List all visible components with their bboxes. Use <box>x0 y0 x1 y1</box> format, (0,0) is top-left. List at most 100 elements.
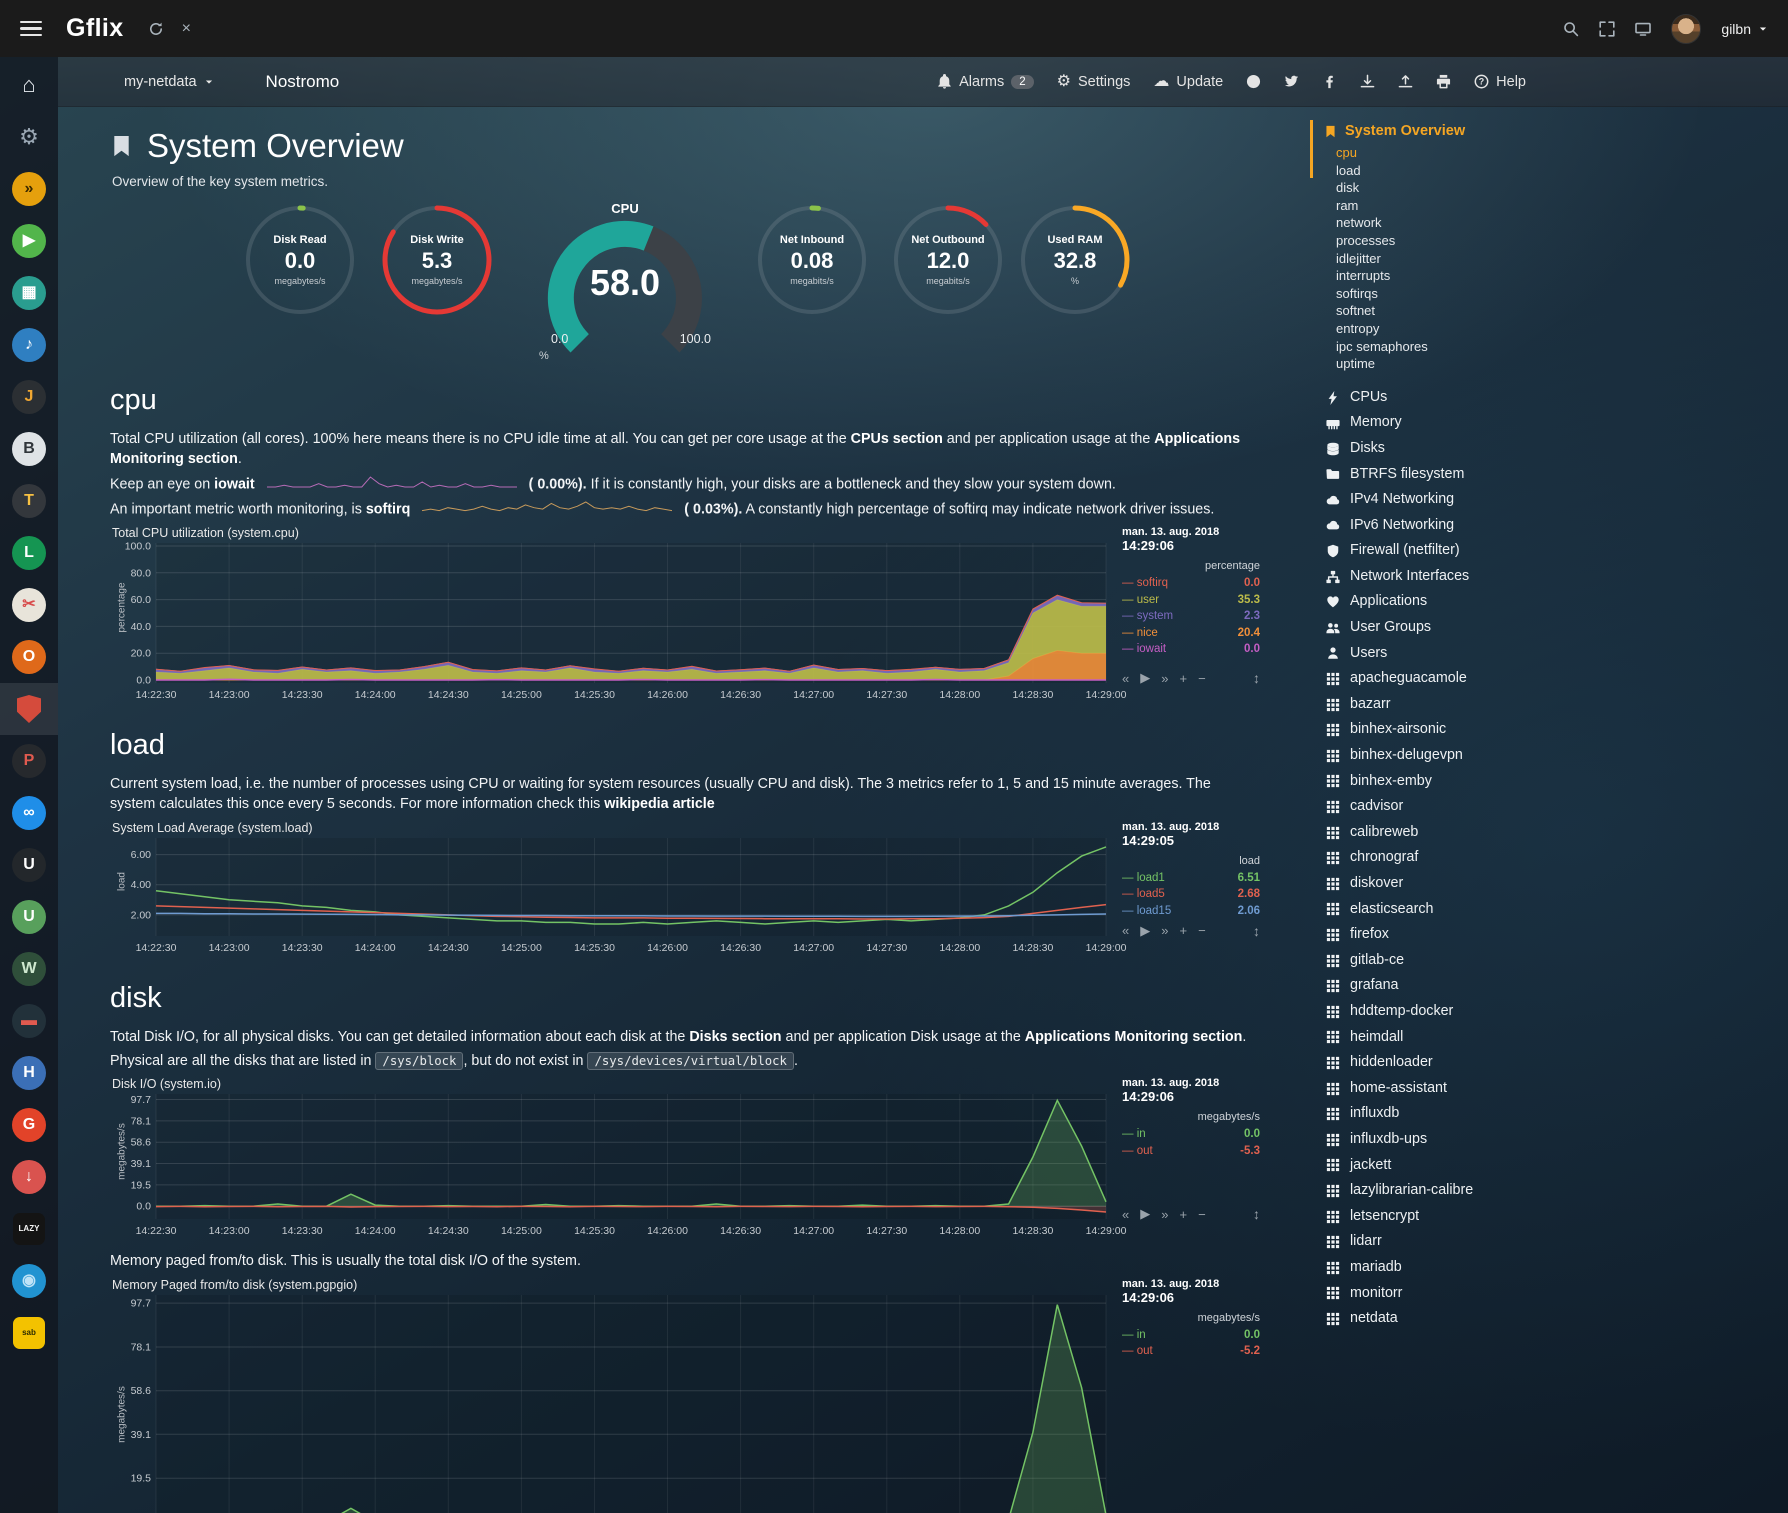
toc-app-hddtemp-docker[interactable]: hddtemp-docker <box>1324 999 1764 1025</box>
sidebar-app-jackett[interactable]: J <box>0 371 58 423</box>
toc-app-bazarr[interactable]: bazarr <box>1324 692 1764 718</box>
alarms-button[interactable]: Alarms 2 <box>937 74 1034 90</box>
disk-chart[interactable]: Disk I/O (system.io)megabytes/s0.019.539… <box>110 1077 1260 1241</box>
legend-nice[interactable]: — nice20.4 <box>1122 625 1260 642</box>
toc-subitem-softnet[interactable]: softnet <box>1324 302 1764 320</box>
import-button[interactable] <box>1360 74 1375 89</box>
toc-subitem-ram[interactable]: ram <box>1324 197 1764 215</box>
legend-user[interactable]: — user35.3 <box>1122 592 1260 609</box>
toc-app-hiddenloader[interactable]: hiddenloader <box>1324 1050 1764 1076</box>
toc-subitem-processes[interactable]: processes <box>1324 232 1764 250</box>
toc-app-diskover[interactable]: diskover <box>1324 871 1764 897</box>
sidebar-app-scissors-app[interactable]: ✂ <box>0 579 58 631</box>
pgpgio-plot-area[interactable]: 0.019.539.158.678.197.714:22:3014:23:001… <box>110 1295 1110 1513</box>
toc-section-user-groups[interactable]: User Groups <box>1324 615 1764 641</box>
gauge-cpu[interactable]: CPU58.00.0100.0% <box>510 201 740 368</box>
twitter-button[interactable] <box>1284 74 1299 89</box>
sidebar-app-home[interactable]: ⌂ <box>0 59 58 111</box>
export-button[interactable] <box>1398 74 1413 89</box>
hostname[interactable]: Nostromo <box>266 72 340 92</box>
toc-app-apacheguacamole[interactable]: apacheguacamole <box>1324 666 1764 692</box>
toc-subitem-entropy[interactable]: entropy <box>1324 320 1764 338</box>
sidebar-app-ombi[interactable]: O <box>0 631 58 683</box>
pan-right-button[interactable]: » <box>1161 671 1168 686</box>
toc-section-cpus[interactable]: CPUs <box>1324 385 1764 411</box>
pan-left-button[interactable]: « <box>1122 1207 1129 1222</box>
refresh-icon[interactable] <box>148 21 164 37</box>
pan-right-button[interactable]: » <box>1161 923 1168 938</box>
toc-subitem-ipc-semaphores[interactable]: ipc semaphores <box>1324 338 1764 356</box>
play-button[interactable]: ▶ <box>1140 923 1150 939</box>
zoom-in-button[interactable]: + <box>1179 671 1187 686</box>
toc-section-ipv4-networking[interactable]: IPv4 Networking <box>1324 487 1764 513</box>
sidebar-app-docker-apps[interactable]: ▦ <box>0 267 58 319</box>
toc-subitem-interrupts[interactable]: interrupts <box>1324 267 1764 285</box>
disk-plot-area[interactable]: 0.019.539.158.678.197.714:22:3014:23:001… <box>110 1094 1110 1241</box>
load-chart[interactable]: System Load Average (system.load)load2.0… <box>110 821 1260 958</box>
sidebar-app-webtools[interactable]: W <box>0 943 58 995</box>
sidebar-app-airsonic[interactable]: ♪ <box>0 319 58 371</box>
gauge-disk-read[interactable]: Disk Read0.0megabytes/s <box>237 201 363 319</box>
sidebar-app-pills-app[interactable]: ▬ <box>0 995 58 1047</box>
toc-section-firewall-netfilter-[interactable]: Firewall (netfilter) <box>1324 538 1764 564</box>
gauge-disk-write[interactable]: Disk Write5.3megabytes/s <box>374 201 500 319</box>
sidebar-app-lazylibrarian[interactable]: LAZY <box>0 1203 58 1255</box>
sidebar-app-gitlab[interactable]: G <box>0 1099 58 1151</box>
toc-subitem-disk[interactable]: disk <box>1324 179 1764 197</box>
monitor-icon[interactable] <box>1635 21 1651 37</box>
sidebar-app-bazarr[interactable]: B <box>0 423 58 475</box>
pan-left-button[interactable]: « <box>1122 671 1129 686</box>
toc-app-binhex-delugevpn[interactable]: binhex-delugevpn <box>1324 743 1764 769</box>
sidebar-app-settings[interactable]: ⚙ <box>0 111 58 163</box>
toc-app-mariadb[interactable]: mariadb <box>1324 1255 1764 1281</box>
toc-app-letsencrypt[interactable]: letsencrypt <box>1324 1204 1764 1230</box>
toc-subitem-uptime[interactable]: uptime <box>1324 355 1764 373</box>
zoom-out-button[interactable]: − <box>1198 1207 1206 1222</box>
load-plot-area[interactable]: 2.004.006.0014:22:3014:23:0014:23:3014:2… <box>110 838 1110 958</box>
toc-section-network-interfaces[interactable]: Network Interfaces <box>1324 564 1764 590</box>
toc-app-grafana[interactable]: grafana <box>1324 973 1764 999</box>
legend-load15[interactable]: — load152.06 <box>1122 903 1260 920</box>
cpu-chart[interactable]: Total CPU utilization (system.cpu)percen… <box>110 526 1260 705</box>
toc-section-disks[interactable]: Disks <box>1324 436 1764 462</box>
resize-handle[interactable]: ↕ <box>1253 1206 1260 1222</box>
sidebar-app-resilio-sync[interactable]: ∞ <box>0 787 58 839</box>
sidebar-app-unraid[interactable]: U <box>0 839 58 891</box>
toc-section-btrfs-filesystem[interactable]: BTRFS filesystem <box>1324 462 1764 488</box>
sidebar-app-lidarr[interactable]: L <box>0 527 58 579</box>
legend-in[interactable]: — in0.0 <box>1122 1126 1260 1143</box>
github-button[interactable] <box>1246 74 1261 89</box>
resize-handle[interactable]: ↕ <box>1253 923 1260 939</box>
search-icon[interactable] <box>1563 21 1579 37</box>
zoom-in-button[interactable]: + <box>1179 923 1187 938</box>
toc-subitem-network[interactable]: network <box>1324 214 1764 232</box>
update-button[interactable]: ☁ Update <box>1153 74 1223 90</box>
toc-app-calibreweb[interactable]: calibreweb <box>1324 820 1764 846</box>
zoom-out-button[interactable]: − <box>1198 923 1206 938</box>
toc-app-binhex-emby[interactable]: binhex-emby <box>1324 769 1764 795</box>
toc-app-binhex-airsonic[interactable]: binhex-airsonic <box>1324 717 1764 743</box>
play-button[interactable]: ▶ <box>1140 1206 1150 1222</box>
sidebar-app-emby[interactable]: ▶ <box>0 215 58 267</box>
toc-app-home-assistant[interactable]: home-assistant <box>1324 1076 1764 1102</box>
sidebar-app-download-app[interactable]: ↓ <box>0 1151 58 1203</box>
help-button[interactable]: ? Help <box>1474 74 1526 90</box>
cpu-plot-area[interactable]: 0.020.040.060.080.0100.014:22:3014:23:00… <box>110 543 1110 705</box>
pan-left-button[interactable]: « <box>1122 923 1129 938</box>
sidebar-app-netdata[interactable] <box>0 683 58 735</box>
facebook-button[interactable] <box>1322 74 1337 89</box>
gauge-net-inbound[interactable]: Net Inbound0.08megabits/s <box>749 201 875 319</box>
close-icon[interactable]: × <box>182 21 191 37</box>
resize-handle[interactable]: ↕ <box>1253 670 1260 686</box>
legend-load1[interactable]: — load16.51 <box>1122 870 1260 887</box>
sidebar-app-pihole[interactable]: P <box>0 735 58 787</box>
toc-app-lazylibrarian-calibre[interactable]: lazylibrarian-calibre <box>1324 1178 1764 1204</box>
toc-app-firefox[interactable]: firefox <box>1324 922 1764 948</box>
fullscreen-icon[interactable] <box>1599 21 1615 37</box>
sidebar-app-deluge[interactable]: ◉ <box>0 1255 58 1307</box>
toc-section-ipv6-networking[interactable]: IPv6 Networking <box>1324 513 1764 539</box>
settings-button[interactable]: ⚙ Settings <box>1057 74 1131 90</box>
menu-button[interactable] <box>20 21 42 37</box>
zoom-out-button[interactable]: − <box>1198 671 1206 686</box>
toc-app-netdata[interactable]: netdata <box>1324 1306 1764 1332</box>
